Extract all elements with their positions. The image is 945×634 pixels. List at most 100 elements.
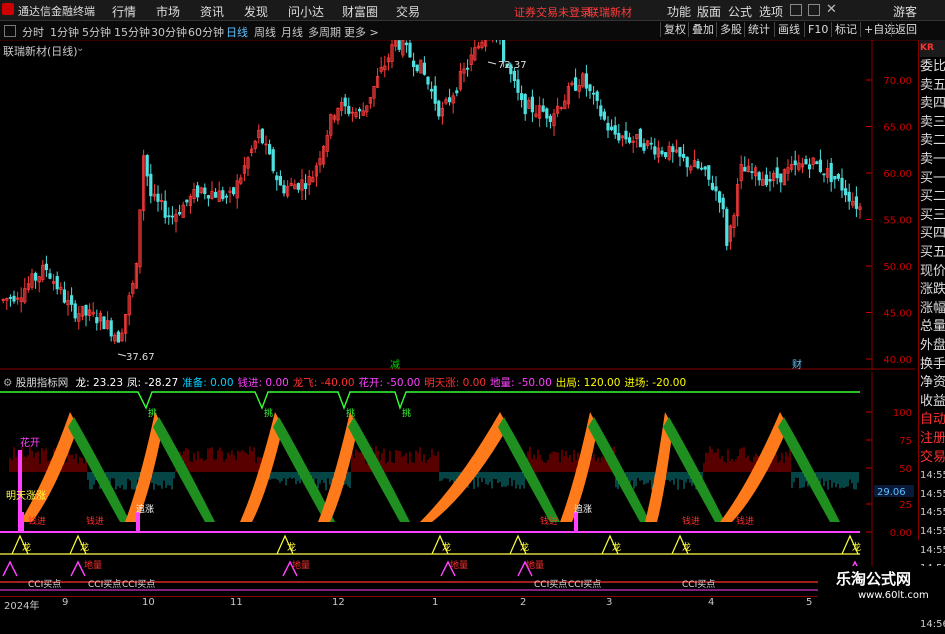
tool-multistock[interactable]: 多股	[716, 22, 745, 37]
candle	[149, 173, 153, 197]
tool-adjust[interactable]: 复权	[660, 22, 689, 37]
grid-icon[interactable]	[4, 25, 16, 37]
qianjin-bar	[574, 512, 578, 532]
indicator-tick: 50	[899, 464, 912, 475]
menu-discover[interactable]: 发现	[244, 3, 268, 20]
period-15min[interactable]: 15分钟	[114, 24, 150, 40]
tool-stats[interactable]: 统计	[744, 22, 773, 37]
candle	[718, 191, 722, 203]
long-label: 龙	[80, 541, 89, 553]
price-tick: 70.00	[883, 76, 912, 87]
long-label: 龙	[442, 541, 451, 553]
candle	[48, 273, 52, 279]
side-item: 总量	[920, 319, 945, 335]
period-monthly[interactable]: 月线	[281, 24, 303, 40]
tool-f10[interactable]: F10	[804, 22, 831, 37]
period-5min[interactable]: 5分钟	[82, 24, 111, 40]
period-weekly[interactable]: 周线	[254, 24, 276, 40]
period-multi[interactable]: 多周期	[308, 24, 341, 40]
trade-login-status[interactable]: 证券交易未登录	[514, 4, 591, 20]
candle	[116, 331, 120, 343]
candle	[638, 128, 643, 148]
menu-market[interactable]: 市场	[156, 3, 180, 20]
candle	[163, 200, 167, 218]
top-menu-bar: 通达信金融终端 行情 市场 资讯 发现 问小达 财富圈 交易 证券交易未登录 联…	[0, 0, 945, 21]
indicator-tick: 75	[899, 436, 912, 447]
side-item: 换手	[920, 356, 945, 372]
event-mark-reduce[interactable]: 减	[390, 359, 400, 370]
candle	[12, 295, 16, 302]
menu-xiaoda[interactable]: 问小达	[288, 3, 324, 20]
candle	[840, 177, 844, 191]
period-1min[interactable]: 1分钟	[50, 24, 79, 40]
candle	[757, 172, 761, 181]
candle	[213, 192, 218, 198]
diliang-label: 地量	[84, 559, 102, 571]
date-label: 2	[520, 597, 527, 608]
candle	[548, 115, 553, 122]
tool-overlay[interactable]: 叠加	[688, 22, 717, 37]
date-label: 5	[806, 597, 813, 608]
menu-news[interactable]: 资讯	[200, 3, 224, 20]
cci-label: CCI买点	[568, 579, 601, 590]
menu-function[interactable]: 功能	[667, 3, 691, 20]
candle	[768, 179, 772, 182]
cci-label: CCI买点	[534, 579, 567, 590]
zhuizhang-label: 追涨	[136, 503, 154, 515]
price-tick: 40.00	[883, 355, 912, 366]
app-title: 通达信金融终端	[18, 5, 95, 18]
diliang-label: 地量	[450, 559, 468, 571]
candle	[775, 167, 779, 179]
menu-options[interactable]: 选项	[759, 3, 783, 20]
candle	[847, 191, 851, 202]
menu-trade[interactable]: 交易	[396, 3, 420, 20]
candle	[822, 173, 826, 176]
mingtian-label: 明天涨涨	[6, 490, 46, 502]
guest-user[interactable]: 游客	[893, 3, 917, 20]
side-item: 买四	[920, 226, 945, 242]
candle	[296, 183, 301, 190]
menu-quotes[interactable]: 行情	[112, 3, 136, 20]
candle	[465, 67, 470, 70]
candle	[84, 305, 88, 316]
tool-mark[interactable]: 标记	[831, 22, 860, 37]
menu-formula[interactable]: 公式	[728, 3, 752, 20]
period-daily[interactable]: 日线	[226, 24, 248, 40]
period-more[interactable]: 更多 >	[344, 24, 379, 40]
candle	[411, 60, 416, 68]
event-mark-finance[interactable]: 财	[792, 358, 802, 370]
period-60min[interactable]: 60分钟	[188, 24, 224, 40]
candle	[779, 173, 783, 183]
candle	[818, 159, 823, 172]
date-label: 11	[230, 597, 243, 608]
period-30min[interactable]: 30分钟	[151, 24, 187, 40]
side-item[interactable]: 交易	[920, 449, 945, 467]
candlestick-chart[interactable]: 70.00 65.00 60.00 55.00 50.00 45.00 40.00 72.3…	[0, 40, 915, 370]
tool-draw[interactable]: 画线	[774, 22, 803, 37]
tool-back[interactable]: 返回	[891, 22, 920, 37]
candle	[195, 185, 200, 198]
close-icon[interactable]: ✕	[826, 2, 837, 17]
menu-layout[interactable]: 版面	[697, 3, 721, 20]
qianjin-label: 钱进	[540, 515, 558, 527]
candle	[836, 174, 841, 179]
minimize-icon[interactable]	[790, 4, 802, 16]
candle	[437, 100, 441, 117]
long-label: 龙	[682, 541, 691, 553]
candle	[271, 149, 275, 172]
indicator-chart[interactable]: 挑挑挑挑龙龙龙龙龙龙龙龙地量地量地量地量CCI买点CCI买点CCI买点CCI买点…	[0, 372, 915, 594]
period-timeshare[interactable]: 分时	[22, 24, 44, 40]
candle	[703, 166, 707, 170]
current-value: 29.06	[877, 487, 906, 498]
side-item: 买一	[920, 170, 945, 186]
candle	[804, 159, 808, 165]
candle	[617, 133, 621, 141]
candle	[696, 161, 700, 169]
side-item[interactable]: 注册	[920, 430, 945, 448]
date-label: 9	[62, 597, 69, 608]
menu-wealth[interactable]: 财富圈	[342, 3, 378, 20]
side-item[interactable]: 自动	[920, 411, 945, 429]
restore-icon[interactable]	[808, 4, 820, 16]
candle	[206, 195, 210, 199]
candle	[145, 155, 149, 177]
